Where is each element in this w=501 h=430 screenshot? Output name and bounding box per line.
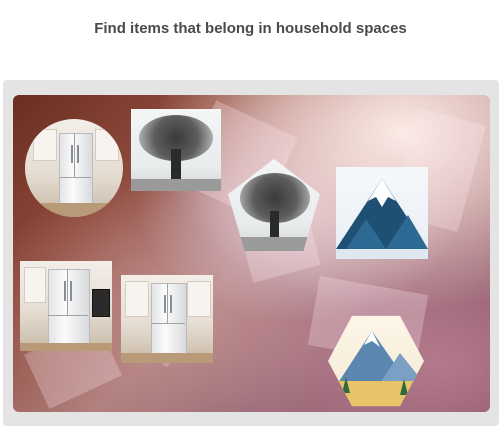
image-grid-canvas [13, 95, 490, 412]
refrigerator-kitchen-square-2[interactable] [121, 275, 213, 363]
challenge-title: Find items that belong in household spac… [94, 20, 407, 37]
refrigerator-kitchen-square-1[interactable] [20, 261, 112, 351]
snowy-mountain-square[interactable] [336, 167, 428, 259]
refrigerator-kitchen-circle[interactable] [25, 119, 123, 217]
tree-sketch-square[interactable] [131, 109, 221, 191]
mountain-illustration [336, 179, 428, 259]
